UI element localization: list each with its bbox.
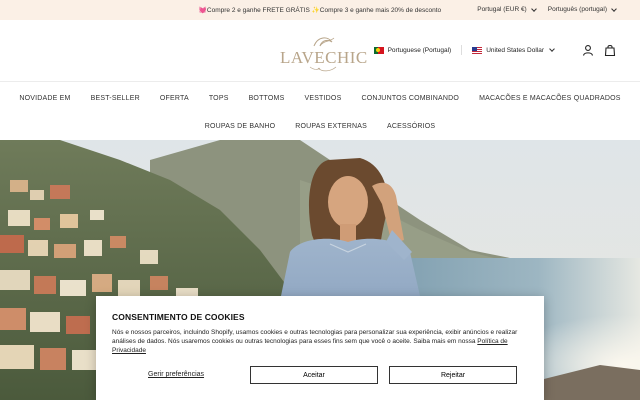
nav-item-vestidos[interactable]: VESTIDOS: [304, 95, 341, 102]
nav-row-1: NOVIDADE EM BEST-SELLER OFERTA TOPS BOTT…: [0, 95, 640, 102]
cookie-text: Nós e nossos parceiros, incluindo Shopif…: [112, 329, 518, 345]
language-label: Portuguese (Portugal): [387, 46, 452, 54]
logo-text: LAVECHIC: [280, 48, 368, 67]
topbar-language-selector[interactable]: Português (portugal): [547, 5, 617, 13]
accept-cookies-button[interactable]: Aceitar: [250, 366, 378, 384]
announcement-bar: 💓Compre 2 e ganhe FRETE GRÁTIS ✨Compre 3…: [0, 0, 640, 20]
currency-selector[interactable]: United States Dollar: [472, 46, 555, 54]
topbar-language-label: Português (portugal): [547, 6, 607, 13]
chevron-down-icon: [549, 46, 555, 52]
currency-country-selector[interactable]: Portugal (EUR €): [477, 5, 537, 13]
nav-item-acessorios[interactable]: ACESSÓRIOS: [387, 123, 435, 130]
user-icon[interactable]: [582, 44, 594, 56]
cookie-description: Nós e nossos parceiros, incluindo Shopif…: [112, 328, 532, 355]
main-navigation: NOVIDADE EM BEST-SELLER OFERTA TOPS BOTT…: [0, 82, 640, 140]
currency-label: United States Dollar: [486, 46, 544, 54]
heart-icon: 💓: [198, 7, 207, 14]
header-utilities: Portuguese (Portugal) United States Doll…: [373, 44, 616, 56]
reject-cookies-button[interactable]: Rejeitar: [389, 366, 517, 384]
cookie-actions: Gerir preferências Aceitar Rejeitar: [112, 366, 532, 384]
sparkle-icon: ✨: [311, 7, 320, 14]
site-header: LAVECHIC Portuguese (Portugal) United St…: [0, 20, 640, 82]
bag-icon[interactable]: [604, 44, 616, 56]
nav-item-roupas-externas[interactable]: ROUPAS EXTERNAS: [295, 123, 367, 130]
nav-item-roupas-de-banho[interactable]: ROUPAS DE BANHO: [205, 123, 276, 130]
currency-country-label: Portugal (EUR €): [477, 6, 527, 13]
nav-item-bottoms[interactable]: BOTTOMS: [249, 95, 285, 102]
chevron-down-icon: [530, 5, 537, 12]
portugal-flag-icon: [373, 46, 384, 54]
announcement-part2: Compre 3 e ganhe mais 20% de desconto: [319, 7, 442, 14]
cookie-title: CONSENTIMENTO DE COOKIES: [112, 312, 245, 322]
language-selector[interactable]: Portuguese (Portugal): [373, 46, 452, 54]
divider: [461, 45, 463, 55]
nav-item-novidade-em[interactable]: NOVIDADE EM: [19, 95, 70, 102]
announcement-part1: Compre 2 e ganhe FRETE GRÁTIS: [206, 7, 312, 14]
nav-item-tops[interactable]: TOPS: [209, 95, 229, 102]
topbar-selectors: Portugal (EUR €) Português (portugal): [477, 5, 617, 13]
nav-item-macacoes[interactable]: MACACÕES E MACACÕES QUADRADOS: [479, 95, 621, 102]
nav-item-oferta[interactable]: OFERTA: [160, 95, 189, 102]
nav-row-2: ROUPAS DE BANHO ROUPAS EXTERNAS ACESSÓRI…: [0, 123, 640, 130]
nav-item-conjuntos[interactable]: CONJUNTOS COMBINANDO: [361, 95, 459, 102]
nav-item-best-seller[interactable]: BEST-SELLER: [91, 95, 140, 102]
cookie-consent-dialog: CONSENTIMENTO DE COOKIES Nós e nossos pa…: [96, 296, 544, 400]
usa-flag-icon: [472, 46, 483, 54]
brand-logo[interactable]: LAVECHIC: [280, 34, 368, 74]
manage-preferences-link[interactable]: Gerir preferências: [148, 371, 204, 378]
chevron-down-icon: [611, 5, 617, 12]
